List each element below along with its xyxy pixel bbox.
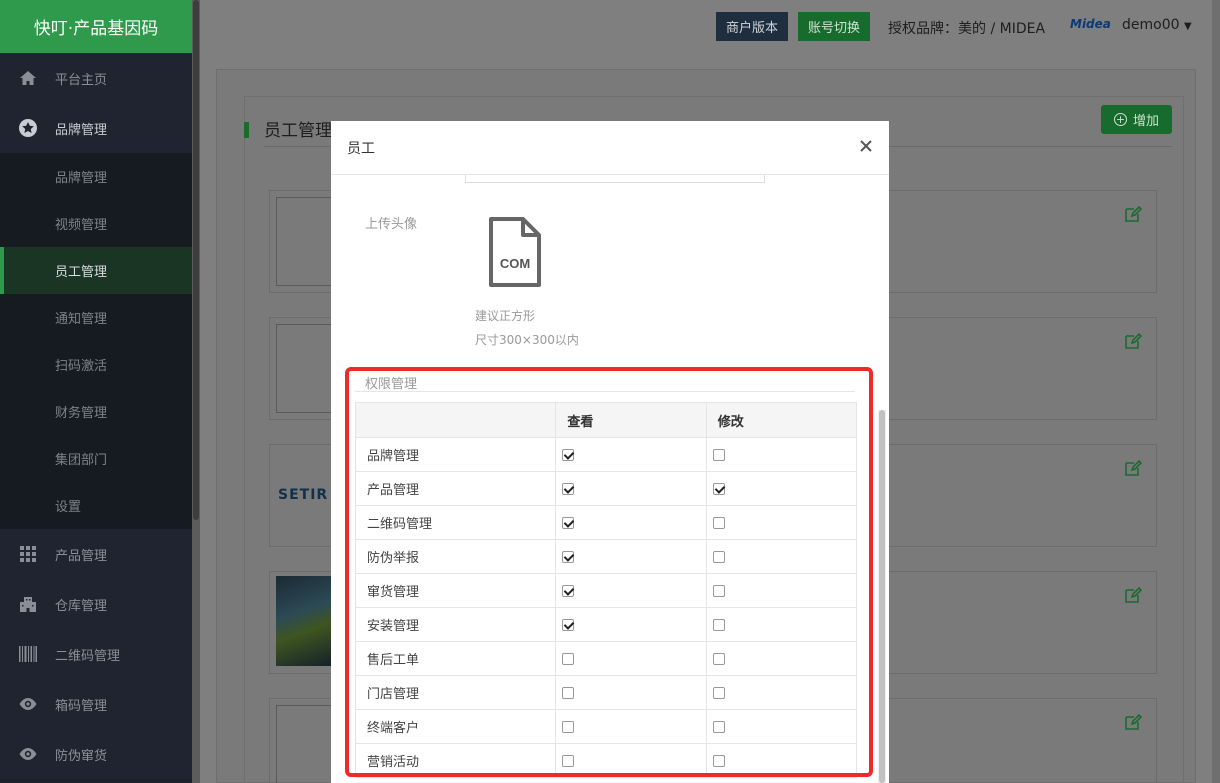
sidebar-subitem-2[interactable]: 员工管理: [0, 247, 192, 294]
account-switch-button[interactable]: 账号切换: [798, 12, 871, 41]
section-marker: [244, 122, 249, 138]
modal-header: 员工: [331, 121, 889, 175]
sidebar-nav: 平台主页 品牌管理 品牌管理 视频管理 员工管理 通知管理 扫码激活 财务管理 集团部门 设置 产品…: [0, 53, 192, 779]
upload-avatar-label: 上传头像: [365, 217, 418, 232]
eye-icon: [17, 743, 39, 765]
avatar-hint-size: 尺寸300×300以内: [475, 333, 579, 347]
edit-icon[interactable]: [1124, 713, 1142, 731]
sidebar-item-5[interactable]: 箱码管理: [0, 679, 192, 729]
sidebar-item-label: 防伪窜货: [55, 748, 108, 764]
employee-photo: [276, 576, 334, 666]
file-icon-text: COM: [500, 256, 530, 271]
modal-title: 员工: [347, 140, 375, 157]
home-icon: [17, 67, 39, 89]
add-button-label: 增加: [1132, 114, 1159, 129]
building-icon: [17, 593, 39, 615]
eye-icon: [17, 693, 39, 715]
sidebar-subitem-3[interactable]: 通知管理: [0, 294, 192, 341]
authorized-brand-text: 授权品牌：美的 / MIDEA: [888, 21, 1046, 37]
app-logo: 快叮·产品基因码: [0, 0, 192, 53]
plus-circle-icon: +: [1113, 113, 1127, 126]
sidebar-subitem-6[interactable]: 集团部门: [0, 435, 192, 482]
sidebar-item-0[interactable]: 平台主页: [0, 53, 192, 103]
sidebar-subitem-4[interactable]: 扫码激活: [0, 341, 192, 388]
sidebar-item-label: 箱码管理: [55, 698, 108, 714]
sidebar-item-1[interactable]: 品牌管理: [0, 103, 192, 153]
section-title: 员工管理: [264, 121, 332, 141]
grid-icon: [17, 543, 39, 565]
edit-icon[interactable]: [1124, 459, 1142, 477]
sidebar-scrollbar-thumb[interactable]: [193, 0, 199, 520]
sidebar-item-label: 平台主页: [55, 72, 108, 88]
star-icon: [17, 117, 39, 139]
sidebar-item-label: 产品管理: [55, 548, 108, 564]
modal-scrollbar-thumb[interactable]: [879, 410, 885, 783]
sidebar-item-4[interactable]: 二维码管理: [0, 629, 192, 679]
sidebar-item-6[interactable]: 防伪窜货: [0, 729, 192, 779]
brand-logo: Midea: [1070, 17, 1111, 31]
file-upload-icon[interactable]: COM: [488, 216, 542, 288]
sidebar-item-2[interactable]: 产品管理: [0, 529, 192, 579]
edit-icon[interactable]: [1124, 205, 1142, 223]
merchant-version-button[interactable]: 商户版本: [716, 12, 789, 41]
sidebar-item-3[interactable]: 仓库管理: [0, 579, 192, 629]
edit-icon[interactable]: [1124, 586, 1142, 604]
sidebar-item-label: 二维码管理: [55, 648, 121, 664]
sidebar-scrollbar[interactable]: [192, 0, 200, 783]
highlight-box: [345, 367, 873, 777]
sidebar: 快叮·产品基因码 平台主页 品牌管理 品牌管理 视频管理 员工管理 通知管理 扫码激活 财务管…: [0, 0, 192, 783]
add-button[interactable]: + 增加: [1101, 105, 1172, 134]
user-name: demo00: [1122, 17, 1180, 33]
broken-image: [276, 197, 334, 286]
sidebar-subitem-0[interactable]: 品牌管理: [0, 153, 192, 200]
sidebar-subitem-5[interactable]: 财务管理: [0, 388, 192, 435]
card-logo-text: SETIR: [278, 487, 329, 503]
sidebar-subitem-1[interactable]: 视频管理: [0, 200, 192, 247]
user-menu[interactable]: demo00 ▼: [1122, 17, 1192, 33]
sidebar-item-label: 仓库管理: [55, 598, 108, 614]
broken-image: [276, 324, 334, 413]
avatar-hint-shape: 建议正方形: [475, 309, 536, 323]
close-icon[interactable]: [859, 139, 873, 153]
top-bar: 商户版本 账号切换 授权品牌：美的 / MIDEA Midea demo00 ▼: [200, 0, 1220, 53]
sidebar-item-label: 品牌管理: [55, 122, 108, 138]
text-input[interactable]: [465, 175, 765, 183]
caret-down-icon: ▼: [1183, 21, 1192, 32]
sidebar-subitem-7[interactable]: 设置: [0, 482, 192, 529]
broken-image: [276, 705, 334, 783]
qrcode-icon: [17, 643, 39, 665]
edit-icon[interactable]: [1124, 332, 1142, 350]
modal-scrollbar[interactable]: [878, 410, 886, 783]
page-scrollbar[interactable]: [1212, 0, 1220, 783]
